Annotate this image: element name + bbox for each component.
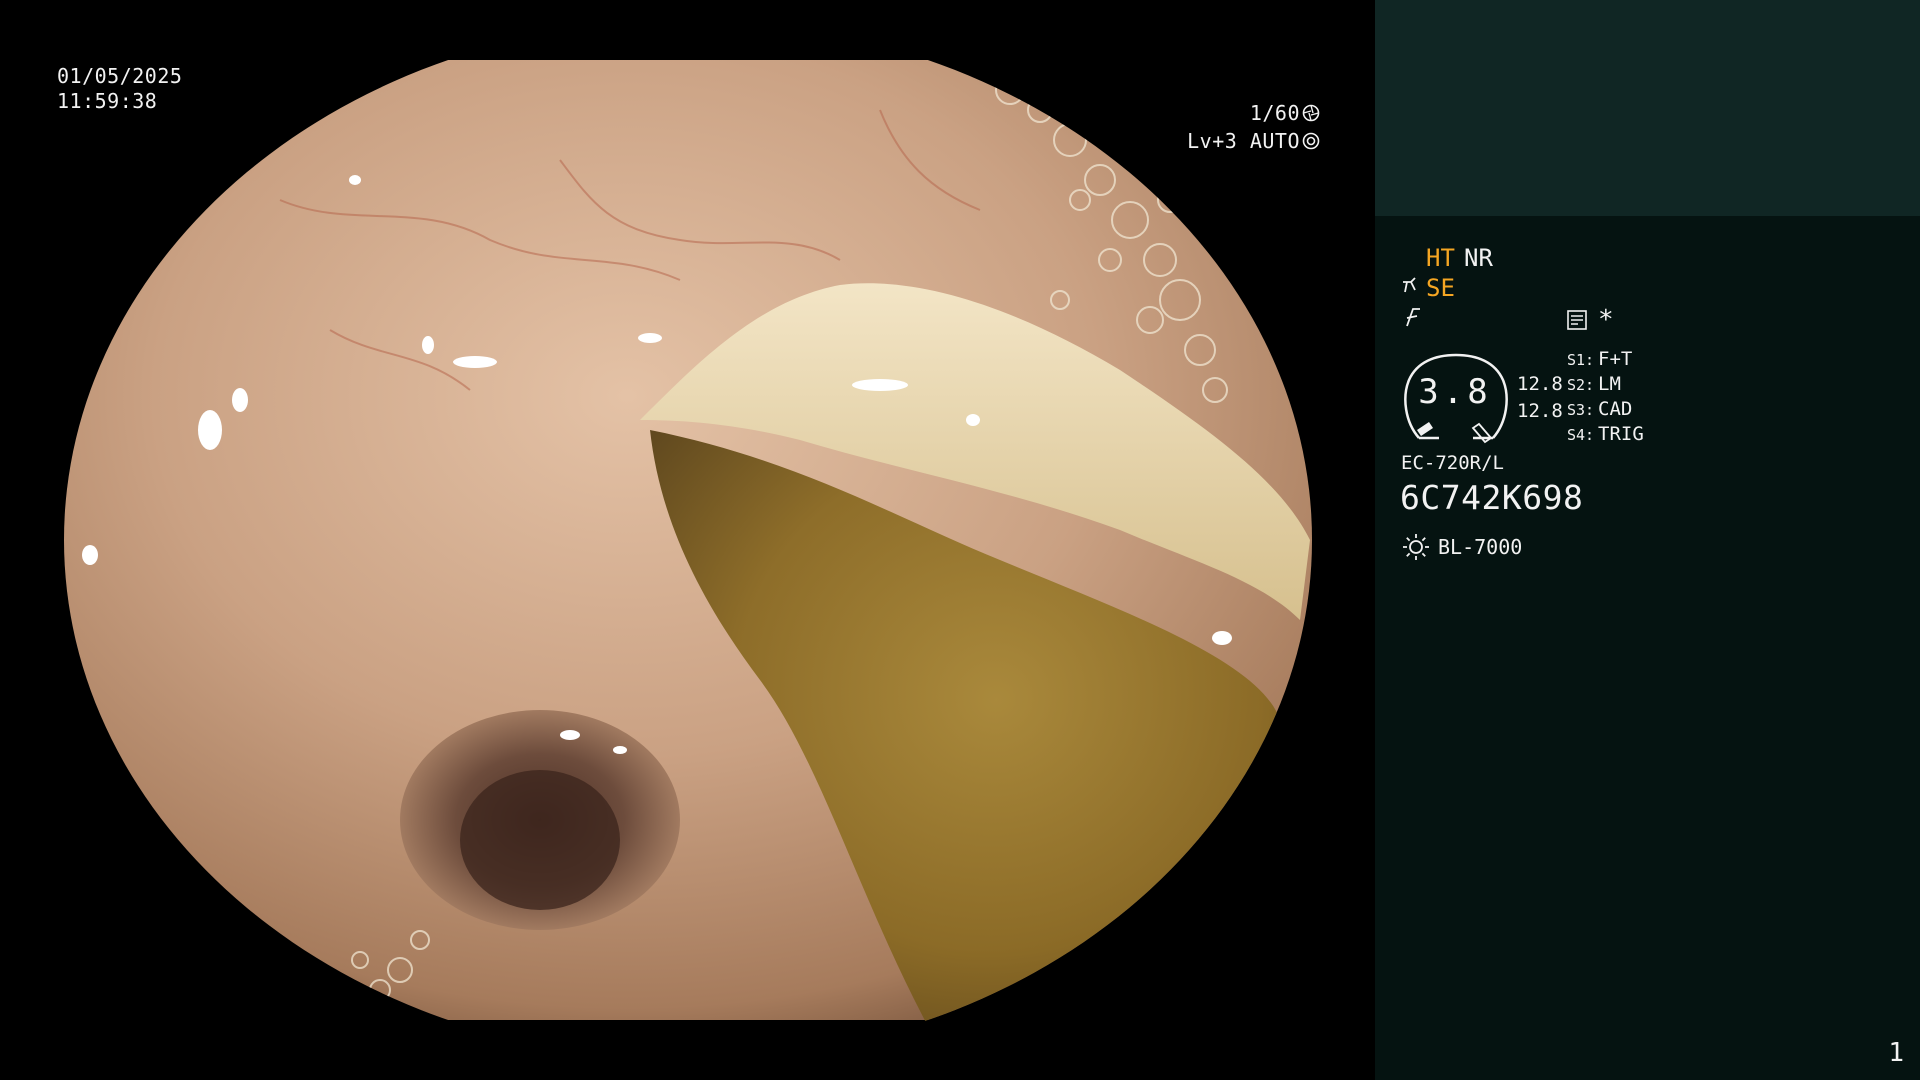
slot-3: S3: CAD (1567, 398, 1644, 423)
slot-label: S4: (1567, 426, 1595, 444)
function-slots: S1: F+T S2: LM S3: CAD S4: TRIG (1567, 348, 1644, 448)
slot-label: S1: (1567, 351, 1595, 369)
structure-enhance-icon (1403, 277, 1416, 293)
slot-value: CAD (1598, 398, 1633, 420)
scope-serial-text: 6C742K698 (1400, 478, 1584, 517)
memo-icon (1567, 310, 1587, 330)
brightness-level-text: Lv+3 AUTO (1187, 129, 1300, 153)
date-time-display: 01/05/2025 11:59:38 (57, 64, 182, 114)
panel-header-area (1375, 0, 1920, 216)
date-text: 01/05/2025 (57, 64, 183, 88)
zoom-gauge-value: 3.8 (1418, 372, 1492, 412)
nr-indicator: NR (1464, 244, 1493, 272)
slot-value: TRIG (1598, 423, 1644, 445)
slot-value: LM (1598, 373, 1621, 395)
exposure-info: 1/60 Lv+3 AUTO (1187, 99, 1320, 155)
page-number: 1 (1888, 1038, 1904, 1068)
slot-value: F+T (1598, 348, 1633, 370)
shutter-speed-text: 1/60 (1249, 101, 1300, 125)
auto-exposure-icon (1302, 132, 1320, 150)
slot-4: S4: TRIG (1567, 423, 1644, 448)
ht-indicator: HT (1426, 244, 1455, 272)
aperture-icon (1302, 104, 1320, 122)
freeze-icon (1406, 308, 1420, 327)
slot-label: S3: (1567, 401, 1595, 419)
endoscopic-image (64, 60, 1312, 1030)
slot-1: S1: F+T (1567, 348, 1644, 373)
time-text: 11:59:38 (57, 89, 158, 113)
scope-model-text: EC-720R/L (1401, 452, 1504, 474)
endoscope-view: 01/05/2025 11:59:38 1/60 Lv+3 AUTO (0, 0, 1375, 1080)
asterisk-mark: * (1598, 305, 1614, 335)
light-source-text: BL-7000 (1438, 535, 1523, 559)
scale-value-top: 12.8 (1517, 373, 1563, 395)
slot-label: S2: (1567, 376, 1595, 394)
se-indicator: SE (1426, 274, 1455, 302)
info-panel: HT NR SE * 3.8 12.8 12.8 S1: F+T S2: LM … (1375, 0, 1920, 1080)
slot-2: S2: LM (1567, 373, 1644, 398)
light-source-icon (1403, 534, 1429, 560)
scale-value-bottom: 12.8 (1517, 400, 1563, 422)
